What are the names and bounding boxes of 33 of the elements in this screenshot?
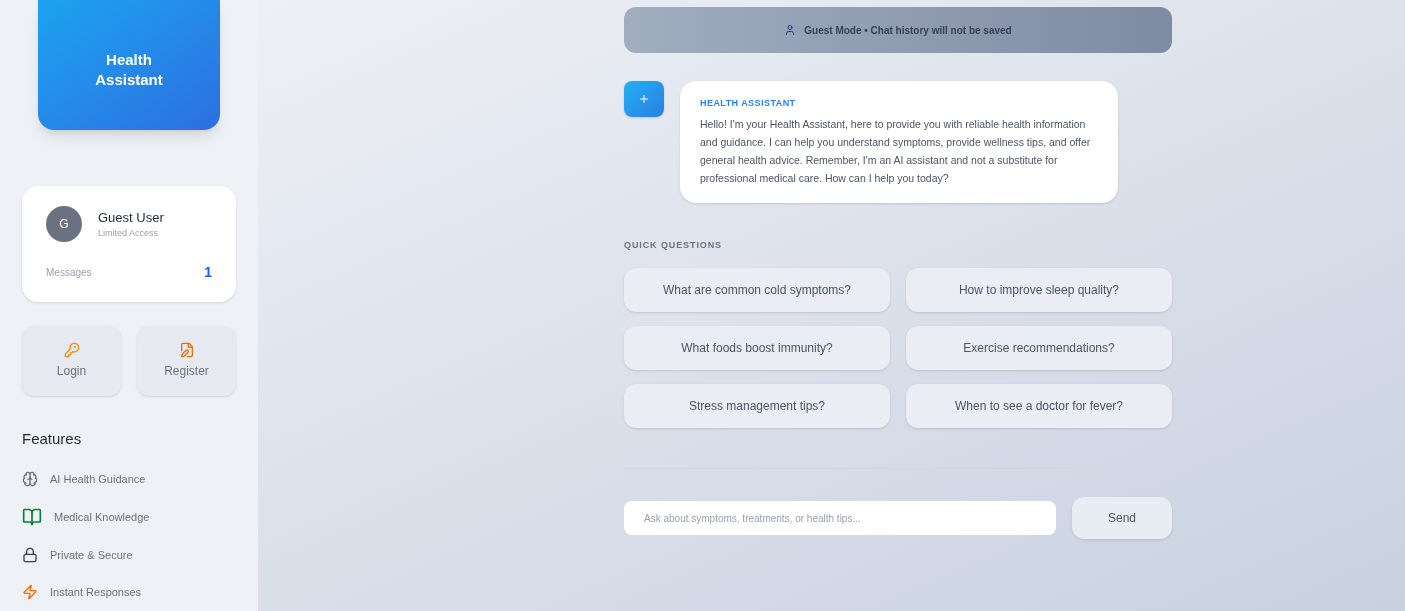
quick-question-button[interactable]: How to improve sleep quality? (906, 268, 1172, 312)
banner-text: Guest Mode • Chat history will not be saved (804, 23, 1012, 38)
login-button[interactable]: Login (22, 326, 121, 396)
register-button[interactable]: Register (137, 326, 236, 396)
avatar: G (46, 206, 82, 242)
quick-question-button[interactable]: When to see a doctor for fever? (906, 384, 1172, 428)
features-heading: Features (22, 429, 82, 449)
key-icon (63, 342, 80, 358)
quick-question-button[interactable]: What foods boost immunity? (624, 326, 890, 370)
user-role: Limited Access (98, 227, 160, 240)
feature-label: Medical Knowledge (54, 509, 150, 525)
brand-title: Health Assistant (94, 50, 164, 90)
quick-question-button[interactable]: Exercise recommendations? (906, 326, 1172, 370)
quick-questions-heading: QUICK QUESTIONS (624, 238, 723, 252)
lock-icon (22, 547, 38, 564)
feature-label: Instant Responses (50, 584, 142, 600)
message-sender: HEALTH ASSISTANT (700, 97, 797, 110)
user-name: Guest User (98, 208, 164, 227)
lightning-icon (22, 583, 38, 600)
quick-question-button[interactable]: What are common cold symptoms? (624, 268, 890, 312)
quick-question-button[interactable]: Stress management tips? (624, 384, 890, 428)
message-input[interactable]: Ask about symptoms, treatments, or health tips... (624, 501, 1056, 535)
feature-label: Private & Secure (50, 548, 133, 563)
feature-label: AI Health Guidance (50, 471, 146, 487)
note-icon (178, 342, 195, 358)
plus-icon (638, 93, 650, 105)
send-button[interactable]: Send (1072, 497, 1172, 539)
stat-value: 1 (204, 263, 212, 282)
book-icon (22, 507, 42, 527)
brain-icon (22, 470, 38, 487)
stat-label: Messages (46, 265, 92, 280)
user-icon (784, 24, 797, 36)
message-text: Hello! I'm your Health Assistant, here to provide you with reliable health information and guidance. I can help you understand symptoms, provide wellness tips, and offer general health advice. Remember, I'm an AI assistant and not a substitute for professional medical care. How can I help you today? (700, 116, 1092, 186)
